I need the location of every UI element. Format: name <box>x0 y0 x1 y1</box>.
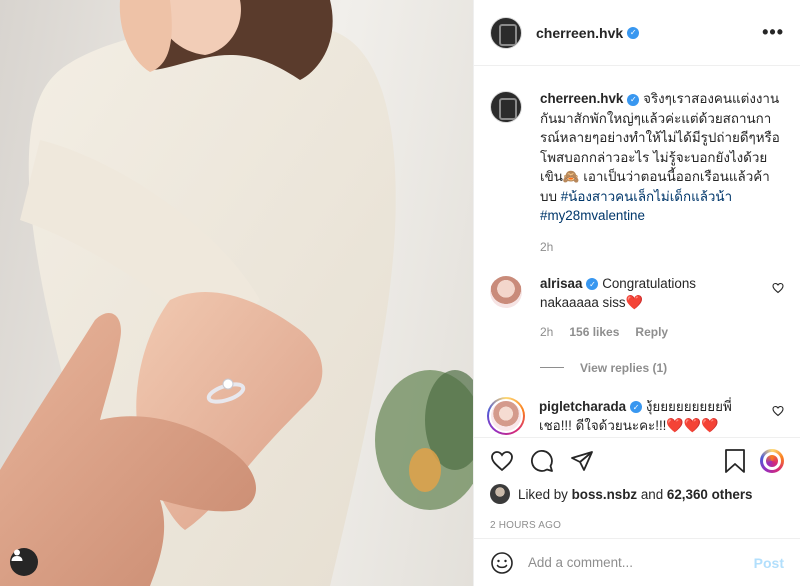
comment-like-heart-icon[interactable] <box>772 405 784 417</box>
story-gradient-icon[interactable] <box>760 449 784 473</box>
caption: cherreen.hvk ✓ จริงๆเราสองคนแต่งงานกันมาส… <box>490 89 784 254</box>
liker-avatar[interactable] <box>490 484 510 504</box>
comment-time[interactable]: 2h <box>540 325 553 339</box>
user-icon <box>11 549 23 561</box>
comment-text-block: alrisaa ✓ Congratulations nakaaaaa siss❤️ <box>540 274 746 313</box>
action-icons-row <box>490 438 784 484</box>
comment-username[interactable]: alrisaa <box>540 276 582 291</box>
comment-input[interactable] <box>528 555 740 570</box>
tagged-user-button[interactable] <box>10 548 38 576</box>
caption-text-block: cherreen.hvk ✓ จริงๆเราสองคนแต่งงานกันมาส… <box>540 89 784 226</box>
comment-meta: 2h 156 likes Reply <box>540 325 746 339</box>
comment-text-block: pigletcharada ✓ งุ้ยยยยยยยยยพี่เชอ!!! ดีใ… <box>539 397 750 436</box>
post-timestamp[interactable]: 2 HOURS AGO <box>490 520 784 531</box>
comment-item: alrisaa ✓ Congratulations nakaaaaa siss❤️… <box>490 274 784 339</box>
comment-like-heart-icon[interactable] <box>772 282 784 294</box>
heart-emoji: ❤️❤️❤️ <box>666 417 719 433</box>
post-side-panel: cherreen.hvk ✓ ••• cherreen.hvk ✓ จริงๆเร… <box>473 0 800 586</box>
view-replies-label[interactable]: View replies (1) <box>580 361 667 375</box>
post-comment-button[interactable]: Post <box>754 555 784 571</box>
heart-outline-icon[interactable] <box>490 449 514 473</box>
divider-line <box>540 367 564 368</box>
smiley-icon[interactable] <box>490 551 514 575</box>
liked-by-and: and <box>640 486 664 502</box>
verified-badge-icon: ✓ <box>627 93 640 106</box>
author-username[interactable]: cherreen.hvk <box>536 25 623 41</box>
comments-list: cherreen.hvk ✓ จริงๆเราสองคนแต่งงานกันมาส… <box>474 67 800 437</box>
likes-count-link[interactable]: 62,360 others <box>667 487 753 502</box>
hashtag-link[interactable]: #น้องสาวคนเล็กไม่เด็กแล้วน้า <box>561 189 732 204</box>
commenter-avatar[interactable] <box>490 275 522 308</box>
caption-text: จริงๆเราสองคนแต่งงานกันมาสักพักใหญ่ๆแล้ว… <box>540 91 780 204</box>
post-actions: Liked by boss.nsbz and 62,360 others 2 H… <box>474 437 800 531</box>
ellipsis-icon[interactable]: ••• <box>762 22 784 43</box>
comment-bubble-icon[interactable] <box>530 449 554 473</box>
heart-emoji: ❤️ <box>625 294 644 310</box>
view-replies-button[interactable]: View replies (1) <box>540 361 784 375</box>
bookmark-icon[interactable] <box>724 449 746 473</box>
liked-by-user[interactable]: boss.nsbz <box>572 487 637 502</box>
caption-meta: 2h <box>540 240 784 254</box>
liked-by-row: Liked by boss.nsbz and 62,360 others <box>490 484 784 504</box>
comment-username[interactable]: pigletcharada <box>539 399 626 414</box>
verified-badge-icon: ✓ <box>586 278 599 291</box>
reply-button[interactable]: Reply <box>635 325 668 339</box>
post-photo[interactable] <box>0 0 473 586</box>
hashtag-link[interactable]: #my28mvalentine <box>540 208 645 223</box>
comment-likes[interactable]: 156 likes <box>569 325 619 339</box>
verified-badge-icon: ✓ <box>627 26 640 39</box>
ring-photo-illustration <box>0 0 473 586</box>
caption-avatar[interactable] <box>490 91 522 123</box>
add-comment-bar: Post <box>474 538 800 586</box>
author-avatar[interactable] <box>490 16 522 49</box>
commenter-story-avatar[interactable] <box>487 396 525 435</box>
verified-badge-icon: ✓ <box>630 401 643 414</box>
liked-by-prefix: Liked by <box>518 486 568 502</box>
comment-item: pigletcharada ✓ งุ้ยยยยยยยยยพี่เชอ!!! ดีใ… <box>487 396 784 436</box>
paper-plane-icon[interactable] <box>570 449 594 473</box>
caption-time[interactable]: 2h <box>540 240 553 254</box>
post-header: cherreen.hvk ✓ ••• <box>474 0 800 66</box>
caption-username[interactable]: cherreen.hvk <box>540 91 623 106</box>
